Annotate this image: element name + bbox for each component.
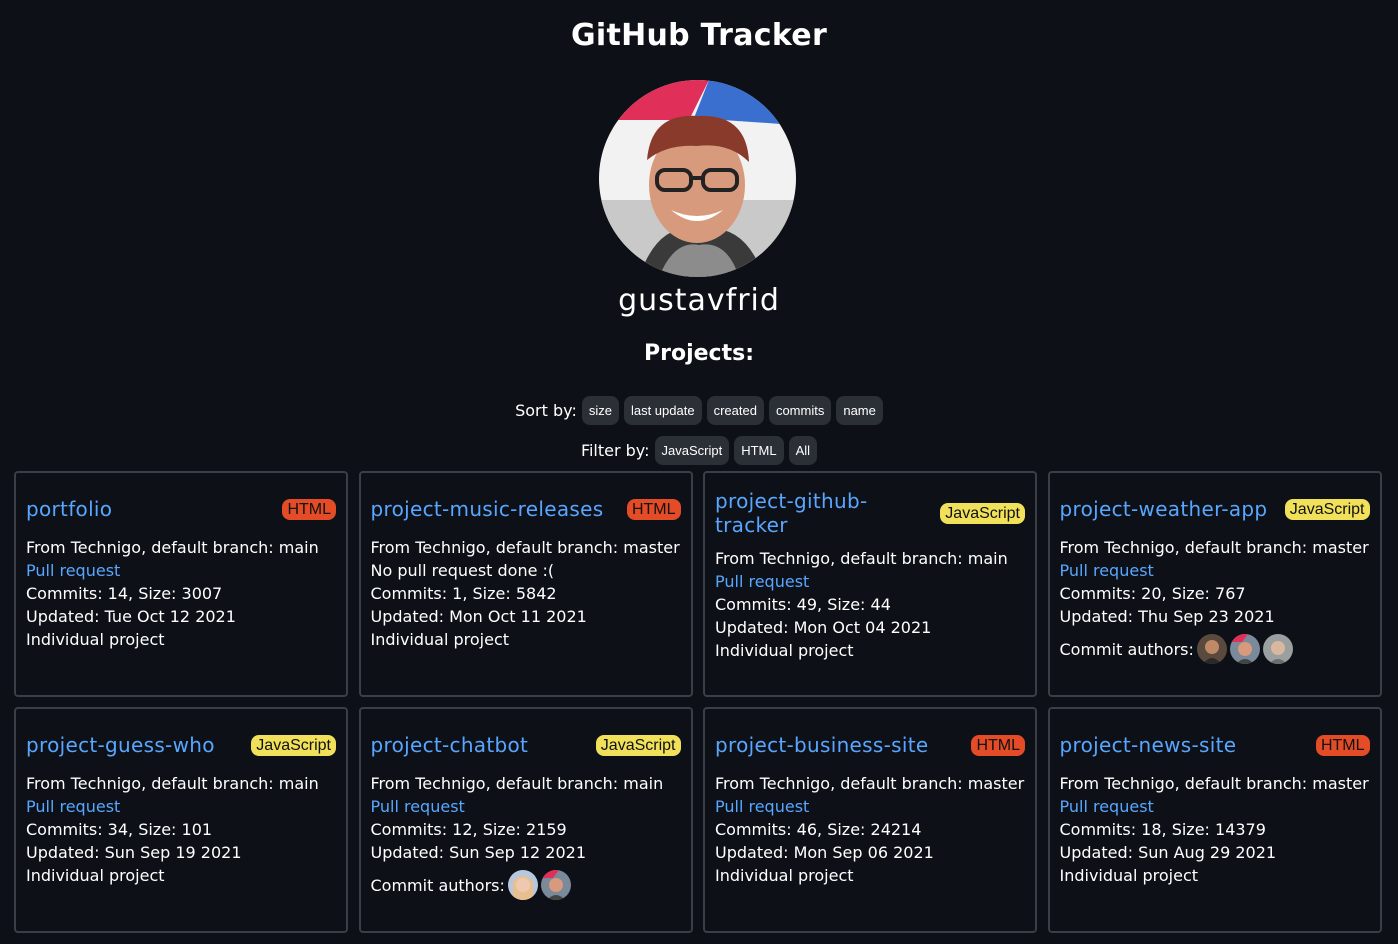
language-badge: HTML xyxy=(971,734,1025,756)
repo-card-header: project-guess-who JavaScript xyxy=(26,732,336,758)
projects-heading: Projects: xyxy=(644,341,754,366)
repo-grid: portfolio HTML From Technigo, default br… xyxy=(14,471,1382,933)
repo-updated: Updated: Sun Sep 12 2021 xyxy=(370,843,587,862)
repo-updated: Updated: Mon Oct 04 2021 xyxy=(715,618,932,637)
repo-card-header: project-business-site HTML xyxy=(715,732,1025,758)
sort-commits-button[interactable]: commits xyxy=(768,396,832,425)
repo-type: Individual project xyxy=(715,866,854,885)
filter-html-button[interactable]: HTML xyxy=(734,436,784,465)
repo-branch: From Technigo, default branch: main xyxy=(26,538,319,557)
repo-card: portfolio HTML From Technigo, default br… xyxy=(14,471,348,697)
repo-updated: Updated: Sun Aug 29 2021 xyxy=(1059,843,1277,862)
repo-updated: Updated: Thu Sep 23 2021 xyxy=(1059,607,1275,626)
repo-branch: From Technigo, default branch: main xyxy=(715,549,1008,568)
repo-stats: Commits: 20, Size: 767 xyxy=(1059,584,1246,603)
language-badge: HTML xyxy=(626,498,681,520)
repo-name-link[interactable]: project-news-site xyxy=(1060,733,1237,757)
repo-card-header: project-music-releases HTML xyxy=(371,496,681,522)
pull-request-link[interactable]: Pull request xyxy=(1060,559,1370,582)
author-avatar[interactable] xyxy=(1196,634,1227,664)
sort-name-button[interactable]: name xyxy=(836,396,883,425)
repo-card: project-weather-app JavaScript From Tech… xyxy=(1047,471,1382,697)
pull-request-link[interactable]: Pull request xyxy=(1060,795,1370,818)
repo-card: project-business-site HTML From Technigo… xyxy=(703,707,1037,933)
commit-authors-label: Commit authors: xyxy=(370,875,505,895)
author-avatar[interactable] xyxy=(1262,634,1293,664)
repo-updated: Updated: Tue Oct 12 2021 xyxy=(26,607,236,626)
filter-javascript-button[interactable]: JavaScript xyxy=(654,436,730,465)
repo-stats: Commits: 49, Size: 44 xyxy=(715,595,891,614)
repo-branch: From Technigo, default branch: main xyxy=(370,774,664,793)
pull-request-link[interactable]: Pull request xyxy=(715,795,1025,818)
pull-request-link[interactable]: Pull request xyxy=(26,795,336,818)
repo-card-header: project-news-site HTML xyxy=(1060,732,1370,758)
repo-type: Individual project xyxy=(26,866,165,885)
repo-name-link[interactable]: portfolio xyxy=(26,497,112,521)
repo-name-link[interactable]: project-weather-app xyxy=(1060,497,1268,521)
filter-controls: Filter by: JavaScript HTML All xyxy=(0,436,1398,465)
author-avatar[interactable] xyxy=(1229,634,1260,664)
repo-name-link[interactable]: project-chatbot xyxy=(371,733,529,757)
repo-card-header: project-chatbot JavaScript xyxy=(371,732,681,758)
commit-authors: Commit authors: xyxy=(371,870,681,900)
repo-stats: Commits: 46, Size: 24214 xyxy=(715,820,922,839)
filter-all-button[interactable]: All xyxy=(788,436,818,465)
author-avatar[interactable] xyxy=(507,870,538,900)
repo-stats: Commits: 1, Size: 5842 xyxy=(370,584,557,603)
repo-updated: Updated: Mon Sep 06 2021 xyxy=(715,843,934,862)
repo-type: Individual project xyxy=(715,641,854,660)
sort-last-update-button[interactable]: last update xyxy=(623,396,702,425)
repo-name-link[interactable]: project-guess-who xyxy=(26,733,215,757)
sort-size-button[interactable]: size xyxy=(581,396,619,425)
repo-branch: From Technigo, default branch: master xyxy=(370,538,680,557)
repo-branch: From Technigo, default branch: master xyxy=(1059,538,1369,557)
repo-name-link[interactable]: project-business-site xyxy=(715,733,928,757)
sort-label: Sort by: xyxy=(515,401,577,420)
repo-updated: Updated: Sun Sep 19 2021 xyxy=(26,843,242,862)
language-badge: JavaScript xyxy=(1284,498,1370,520)
pull-request-link[interactable]: Pull request xyxy=(26,559,336,582)
repo-card: project-music-releases HTML From Technig… xyxy=(358,471,693,697)
commit-authors: Commit authors: xyxy=(1060,634,1370,664)
repo-type: Individual project xyxy=(26,630,165,649)
language-badge: JavaScript xyxy=(251,734,336,756)
repo-card-header: portfolio HTML xyxy=(26,496,336,522)
repo-card: project-guess-who JavaScript From Techni… xyxy=(14,707,348,933)
language-badge: HTML xyxy=(1315,734,1370,756)
repo-stats: Commits: 14, Size: 3007 xyxy=(26,584,223,603)
repo-name-link[interactable]: project-github-tracker xyxy=(715,489,925,537)
repo-stats: Commits: 34, Size: 101 xyxy=(26,820,213,839)
repo-stats: Commits: 18, Size: 14379 xyxy=(1059,820,1266,839)
repo-type: Individual project xyxy=(370,630,510,649)
commit-authors-label: Commit authors: xyxy=(1059,639,1194,659)
language-badge: HTML xyxy=(282,498,336,520)
repo-branch: From Technigo, default branch: main xyxy=(26,774,319,793)
repo-type: Individual project xyxy=(1059,866,1199,885)
page-title: GitHub Tracker xyxy=(570,18,828,53)
repo-card-header: project-weather-app JavaScript xyxy=(1060,496,1370,522)
author-avatar[interactable] xyxy=(540,870,571,900)
repo-branch: From Technigo, default branch: master xyxy=(715,774,1025,793)
repo-updated: Updated: Mon Oct 11 2021 xyxy=(370,607,587,626)
pull-request-link[interactable]: Pull request xyxy=(371,795,681,818)
sort-controls: Sort by: size last update created commit… xyxy=(0,396,1398,425)
language-badge: JavaScript xyxy=(595,734,681,756)
username: gustavfrid xyxy=(618,283,780,318)
pull-request-link[interactable]: Pull request xyxy=(715,570,1025,593)
repo-card: project-chatbot JavaScript From Technigo… xyxy=(358,707,693,933)
repo-name-link[interactable]: project-music-releases xyxy=(371,497,604,521)
repo-card: project-github-tracker JavaScript From T… xyxy=(703,471,1037,697)
repo-stats: Commits: 12, Size: 2159 xyxy=(370,820,567,839)
repo-branch: From Technigo, default branch: master xyxy=(1059,774,1369,793)
filter-label: Filter by: xyxy=(580,441,650,460)
sort-created-button[interactable]: created xyxy=(706,396,764,425)
repo-card-header: project-github-tracker JavaScript xyxy=(715,489,1025,537)
no-pull-request-text: No pull request done :( xyxy=(370,561,555,580)
repo-card: project-news-site HTML From Technigo, de… xyxy=(1047,707,1382,933)
language-badge: JavaScript xyxy=(940,502,1025,524)
profile-avatar xyxy=(599,80,796,277)
